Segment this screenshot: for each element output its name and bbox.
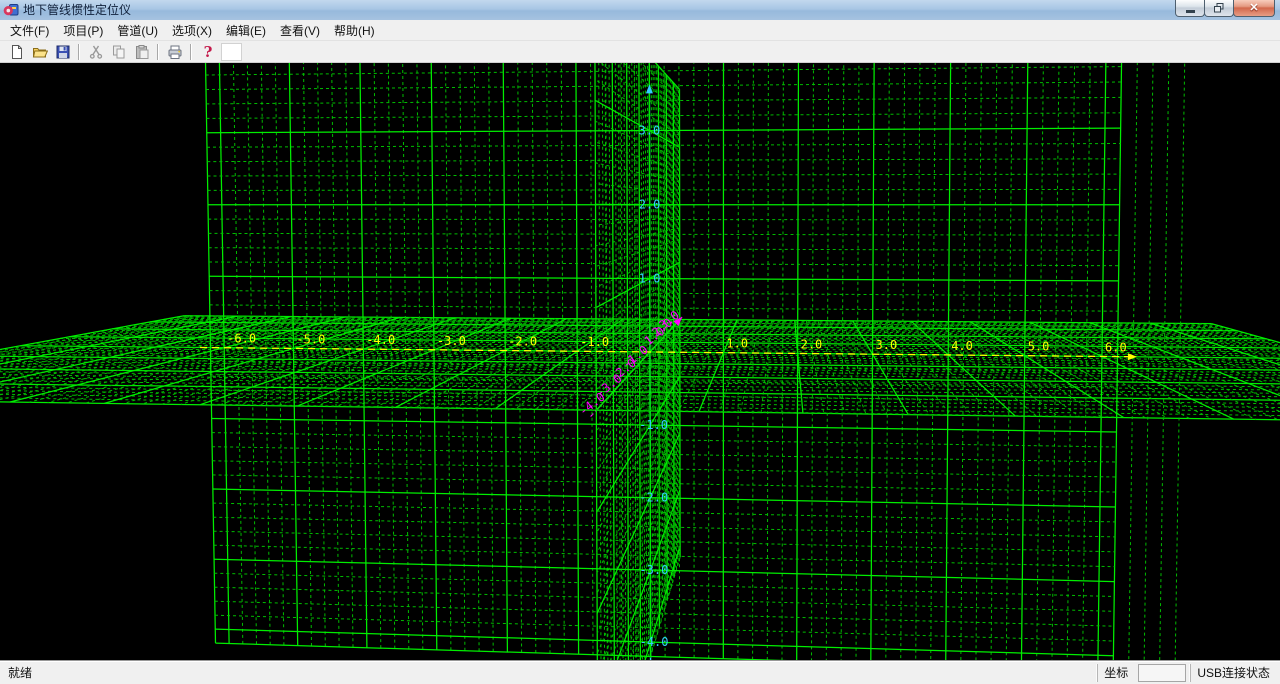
x-axis-tick-label: -6.0 <box>227 332 256 346</box>
menu-project[interactable]: 项目(P) <box>59 19 107 42</box>
status-coordinate-label: 坐标 <box>1097 664 1134 682</box>
menu-help[interactable]: 帮助(H) <box>330 19 379 42</box>
x-axis-tick-label: -2.0 <box>508 335 537 349</box>
menu-options[interactable]: 选项(X) <box>168 19 216 42</box>
toolbar-separator <box>78 44 80 60</box>
y-axis-tick-label: -4.0 <box>640 635 669 649</box>
x-axis-tick-label: 4.0 <box>951 339 973 353</box>
restore-icon <box>1214 3 1224 13</box>
status-coordinate-value <box>1138 664 1186 682</box>
y-axis-tick-label: -2.0 <box>639 491 668 505</box>
new-document-icon <box>9 44 25 60</box>
blank-swatch-button[interactable] <box>221 43 242 61</box>
cut-scissors-icon <box>88 44 104 60</box>
print-button[interactable] <box>163 42 186 62</box>
toolbar: ? <box>0 41 1280 63</box>
toolbar-separator <box>190 44 192 60</box>
menu-view[interactable]: 查看(V) <box>276 19 324 42</box>
status-bar: 就绪 坐标 USB连接状态 <box>0 660 1280 684</box>
svg-text:?: ? <box>203 44 212 60</box>
y-axis-tick-label: 1.0 <box>639 272 661 286</box>
y-axis-tick-label: -3.0 <box>639 563 668 577</box>
save-floppy-icon <box>55 44 71 60</box>
open-button[interactable] <box>28 42 51 62</box>
close-icon: ✕ <box>1249 1 1258 15</box>
x-axis-tick-label: -5.0 <box>296 332 325 346</box>
x-axis-tick-label: 1.0 <box>726 337 748 351</box>
status-usb-state: USB连接状态 <box>1190 664 1280 682</box>
print-icon <box>167 44 183 60</box>
x-axis-tick-label: 2.0 <box>801 337 823 351</box>
restore-button[interactable] <box>1204 0 1234 17</box>
save-button[interactable] <box>51 42 74 62</box>
help-question-icon: ? <box>200 44 216 60</box>
x-axis-tick-label: 5.0 <box>1028 340 1050 354</box>
app-window: 地下管线惯性定位仪 ✕ 文件(F) 项目(P) 管道(U) 选项(X) 编辑(E… <box>0 0 1280 684</box>
menu-bar: 文件(F) 项目(P) 管道(U) 选项(X) 编辑(E) 查看(V) 帮助(H… <box>0 20 1280 41</box>
x-axis-tick-label: -4.0 <box>366 333 395 347</box>
cut-button[interactable] <box>84 42 107 62</box>
copy-button[interactable] <box>107 42 130 62</box>
paste-button[interactable] <box>130 42 153 62</box>
y-axis-tick-label: 2.0 <box>639 198 661 212</box>
viewport-3d[interactable]: -6.0 -5.0 -4.0 -3.0 -2.0 -1.0 1.0 2.0 3.0 4.0 5.0 6… <box>0 63 1280 660</box>
x-axis-tick-label: 3.0 <box>876 338 898 352</box>
help-button[interactable]: ? <box>196 42 219 62</box>
menu-file[interactable]: 文件(F) <box>6 19 53 42</box>
app-icon <box>3 2 19 18</box>
y-axis-tick-label: 3.0 <box>639 124 661 138</box>
status-ready: 就绪 <box>0 664 1097 681</box>
scene-svg: -6.0 -5.0 -4.0 -3.0 -2.0 -1.0 1.0 2.0 3.0 4.0 5.0 6… <box>0 63 1280 660</box>
open-folder-icon <box>32 44 48 60</box>
copy-icon <box>111 44 127 60</box>
menu-pipeline[interactable]: 管道(U) <box>113 19 162 42</box>
minimize-icon <box>1186 10 1195 13</box>
new-button[interactable] <box>5 42 28 62</box>
x-axis-tick-label: -3.0 <box>437 334 466 348</box>
y-axis-tick-label: -1.0 <box>639 418 668 432</box>
toolbar-separator <box>157 44 159 60</box>
window-title: 地下管线惯性定位仪 <box>23 0 131 20</box>
grid-plane-front <box>206 63 1185 660</box>
menu-edit[interactable]: 编辑(E) <box>222 19 270 42</box>
minimize-button[interactable] <box>1175 0 1205 17</box>
close-button[interactable]: ✕ <box>1233 0 1275 17</box>
window-controls: ✕ <box>1176 0 1275 17</box>
x-axis-tick-label: -1.0 <box>580 335 609 349</box>
x-axis-tick-label: 6.0 <box>1105 341 1127 355</box>
paste-clipboard-icon <box>134 44 150 60</box>
